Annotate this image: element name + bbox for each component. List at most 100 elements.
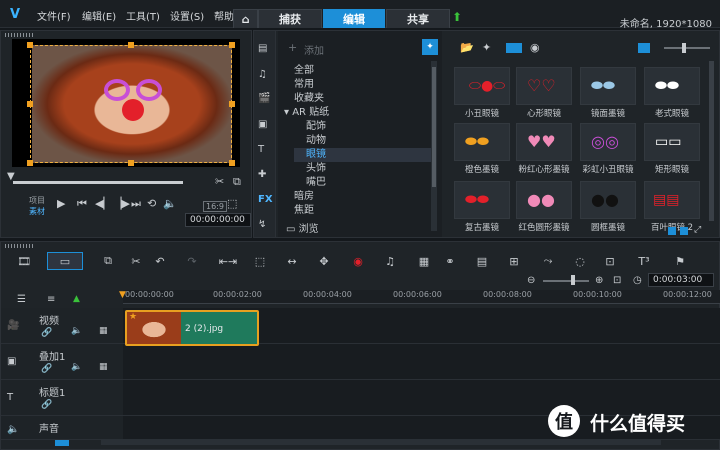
next-frame-icon[interactable]: ▕▶ — [113, 197, 130, 210]
menu-tools[interactable]: 工具(T) — [126, 8, 160, 23]
resize-handle[interactable] — [27, 160, 33, 166]
mask-icon[interactable]: ◌ — [571, 252, 589, 270]
resize-handle[interactable] — [229, 101, 235, 107]
add-marker-icon[interactable]: ▲ — [73, 294, 80, 304]
resize-handle[interactable] — [128, 42, 134, 48]
trim-icon[interactable]: ⬚ — [251, 252, 269, 270]
effect-thumb-round-frame-sunglasses[interactable]: ●● — [580, 181, 636, 219]
category-animals[interactable]: 动物 — [306, 134, 326, 148]
resize-handle[interactable] — [27, 42, 33, 48]
storyboard-view-icon[interactable]: 🎞 — [15, 252, 33, 270]
track-header-audio[interactable]: 🔈 声音 — [1, 416, 123, 440]
browse-button[interactable]: ▭ 浏览 — [286, 223, 319, 237]
volume-icon[interactable]: 🔈 — [163, 197, 177, 210]
preview-scrub-bar[interactable] — [13, 181, 183, 184]
resize-handle[interactable] — [229, 160, 235, 166]
effect-thumb-rainbow-clown-glasses[interactable]: ◎◎ — [580, 123, 636, 161]
menu-settings[interactable]: 设置(S) — [170, 8, 204, 23]
track-header-video[interactable]: 🎥 视频 🔗 🔈 ▦ — [1, 308, 123, 344]
resize-handle[interactable] — [27, 101, 33, 107]
zoom-in-icon[interactable]: ⊕ — [595, 275, 603, 286]
effect-thumb-clown-glasses[interactable]: ⬭●⬭ — [454, 67, 510, 105]
panel-grip[interactable] — [5, 33, 33, 37]
zoom-out-icon[interactable]: ⊖ — [527, 275, 535, 286]
category-glasses[interactable]: 眼镜 — [294, 148, 434, 162]
audio-filter-icon[interactable]: ◉ — [530, 41, 540, 54]
collapse-icon[interactable]: ▾ — [284, 107, 292, 118]
scroll-left-icon[interactable] — [55, 440, 69, 446]
effect-thumb-orange-sunglasses[interactable]: ⬬⬬ — [454, 123, 510, 161]
track-header-title[interactable]: T 标题1 🔗 — [1, 380, 123, 416]
category-mouth[interactable]: 嘴巴 — [306, 176, 326, 190]
snapshot-icon[interactable]: ⧉ — [233, 175, 241, 189]
tab-share[interactable]: 共享 — [386, 9, 450, 28]
add-label[interactable]: 添加 — [304, 42, 324, 57]
mute-icon[interactable]: 🔈 — [71, 362, 82, 372]
category-scroll-thumb[interactable] — [432, 67, 436, 187]
track-motion-icon[interactable]: ⊡ — [601, 252, 619, 270]
repeat-icon[interactable]: ⟲ — [147, 197, 156, 210]
category-common[interactable]: 常用 — [294, 78, 314, 92]
chapter-icon[interactable]: ⚑ — [671, 252, 689, 270]
category-headwear[interactable]: 头饰 — [306, 162, 326, 176]
tab-capture[interactable]: 捕获 — [258, 9, 322, 28]
fit-timeline-icon[interactable]: ⊡ — [613, 275, 621, 286]
speed-icon[interactable]: ⤳ — [539, 252, 557, 270]
ripple-edit-icon[interactable]: ▦ — [99, 326, 108, 336]
link-icon[interactable]: 🔗 — [41, 400, 52, 410]
menu-edit[interactable]: 编辑(E) — [82, 8, 116, 23]
prev-frame-icon[interactable]: ◀▏ — [95, 197, 112, 210]
redo-icon[interactable]: ↷ — [183, 252, 201, 270]
crop-icon[interactable]: ⬚ — [227, 197, 237, 210]
folder-open-icon[interactable]: 📂 — [460, 41, 474, 54]
timeline-scrollbar[interactable] — [101, 439, 661, 445]
thumbnail-size-slider-knob[interactable] — [682, 43, 686, 53]
resize-handle[interactable] — [229, 42, 235, 48]
effect-thumb-pink-heart-sunglasses[interactable]: ♥♥ — [516, 123, 572, 161]
chapter-list-icon[interactable]: ≡ — [47, 294, 55, 305]
view-toggle-icon[interactable] — [668, 227, 676, 235]
timeline-timecode[interactable]: 0:00:03:00 — [648, 273, 714, 287]
category-favorites[interactable]: 收藏夹 — [294, 92, 324, 106]
record-icon[interactable]: ◉ — [349, 252, 367, 270]
category-darkroom[interactable]: 暗房 — [294, 190, 314, 204]
list-view-icon[interactable] — [638, 43, 650, 53]
menu-help[interactable]: 帮助 — [214, 8, 234, 23]
thumbnail-size-slider[interactable] — [664, 47, 710, 49]
overlay-lane[interactable] — [123, 344, 720, 380]
video-clip[interactable]: ★ 2 (2).jpg — [125, 310, 259, 346]
effect-thumb-red-round-sunglasses[interactable]: ●● — [516, 181, 572, 219]
3d-title-icon[interactable]: T³ — [635, 252, 653, 270]
effect-thumb-shutter-glasses-2[interactable]: ▤▤ — [644, 181, 700, 219]
zoom-slider-knob[interactable] — [571, 275, 575, 285]
effect-thumb-rectangle-glasses[interactable]: ▭▭ — [644, 123, 700, 161]
category-all[interactable]: 全部 — [294, 64, 314, 78]
thumbnail-scrollbar[interactable] — [709, 61, 714, 221]
split-screen-icon[interactable]: ⊞ — [505, 252, 523, 270]
mute-icon[interactable]: 🔈 — [71, 326, 82, 336]
video-filter-icon[interactable] — [506, 43, 522, 53]
marker-icon[interactable]: ✥ — [315, 252, 333, 270]
play-icon[interactable]: ▶ — [57, 197, 65, 210]
undo-icon[interactable]: ↶ — [151, 252, 169, 270]
view-toggle-icon[interactable] — [680, 227, 688, 235]
fit-icon[interactable]: ⇤⇥ — [219, 252, 237, 270]
multi-cam-icon[interactable]: ▦ — [415, 252, 433, 270]
category-ar-sticker[interactable]: ▾ AR 贴纸 — [284, 106, 329, 120]
split-icon[interactable]: ✂ — [215, 175, 224, 188]
category-accessories[interactable]: 配饰 — [306, 120, 326, 134]
title-icon[interactable]: ▣ — [258, 119, 272, 133]
effect-thumb-vintage-glasses[interactable]: ⬬⬬ — [644, 67, 700, 105]
ripple-edit-icon[interactable]: ▦ — [99, 362, 108, 372]
tab-home[interactable]: ⌂ — [233, 9, 258, 28]
effect-thumb-retro-sunglasses[interactable]: ⬬⬬ — [454, 181, 510, 219]
add-icon[interactable]: + — [288, 41, 297, 54]
mode-project[interactable]: 项目 — [29, 195, 45, 206]
link-icon[interactable]: 🔗 — [41, 328, 52, 338]
track-header-overlay[interactable]: ▣ 叠加1 🔗 🔈 ▦ — [1, 344, 123, 380]
motion-icon[interactable]: ⚭ — [441, 252, 459, 270]
sparkle-icon[interactable]: ✦ — [482, 41, 491, 54]
audio-icon[interactable]: ♫ — [381, 252, 399, 270]
graphic-icon[interactable]: ✚ — [258, 169, 272, 183]
zoom-slider[interactable] — [543, 280, 589, 282]
